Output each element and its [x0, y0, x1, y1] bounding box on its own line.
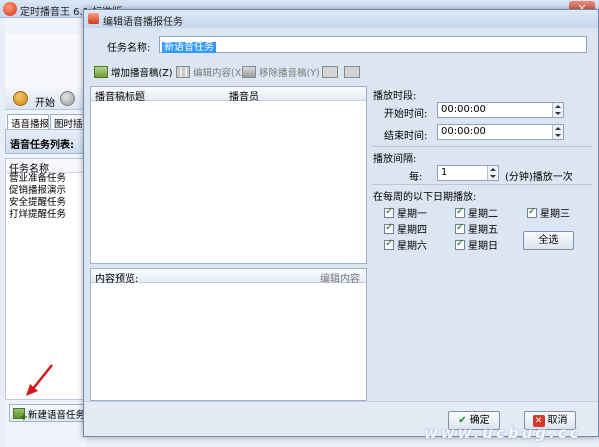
spin-arrows-icon[interactable] — [487, 166, 498, 180]
weekly-label: 在每周的以下日期播放: — [373, 192, 477, 203]
dialog-title-bar: 编辑语音播报任务 — [84, 10, 598, 28]
tab-voice-broadcast[interactable]: 语音播报 — [7, 114, 49, 129]
remove-script-label: 移除播音稿(Y) — [259, 68, 320, 79]
checkbox-checked-icon[interactable] — [455, 206, 465, 218]
checkbox-checked-icon[interactable] — [455, 222, 465, 234]
app-icon — [3, 2, 17, 16]
list-item[interactable]: 打烊提醒任务 — [6, 209, 86, 221]
content-preview-panel: 内容预览: 编辑内容 — [90, 268, 367, 401]
main-tabs: 语音播报 图时插播 — [5, 114, 87, 129]
day-label: 星期一 — [397, 209, 427, 220]
day-label: 星期五 — [468, 225, 498, 236]
watermark: www.ucbug.cc — [424, 424, 582, 442]
day-label: 星期日 — [468, 241, 498, 252]
play-icon[interactable] — [13, 91, 28, 106]
script-table-header: 播音稿标题 播音员 — [91, 87, 366, 103]
checkbox-checked-icon[interactable] — [384, 222, 394, 234]
dialog-app-icon — [88, 13, 99, 24]
interval-unit-text: (分钟)播放一次 — [505, 172, 573, 183]
checkbox-sunday[interactable]: 星期日 — [455, 237, 498, 252]
checkbox-tuesday[interactable]: 星期二 — [455, 205, 498, 220]
play-interval-label: 播放间隔: — [373, 154, 417, 165]
new-document-icon — [13, 408, 28, 423]
divider — [372, 146, 592, 147]
tab-timed-insert[interactable]: 图时插播 — [50, 114, 87, 129]
end-time-input[interactable]: 00:00:00 — [437, 124, 564, 140]
checkbox-wednesday[interactable]: 星期三 — [527, 205, 570, 220]
checkbox-friday[interactable]: 星期五 — [455, 221, 498, 236]
checkbox-saturday[interactable]: 星期六 — [384, 237, 427, 252]
red-arrow-annotation — [26, 364, 53, 396]
checkbox-checked-icon[interactable] — [384, 238, 394, 250]
task-list-title: 语音任务列表: — [5, 129, 87, 154]
edit-content-button[interactable]: 编辑内容(X) — [176, 66, 245, 82]
add-script-label: 增加播音稿(Z) — [111, 68, 173, 79]
checkbox-thursday[interactable]: 星期四 — [384, 221, 427, 236]
day-label: 星期三 — [540, 209, 570, 220]
dialog-toolbar: 增加播音稿(Z) 编辑内容(X) 移除播音稿(Y) — [90, 64, 366, 84]
interval-input[interactable]: 1 — [437, 165, 499, 181]
move-up-icon — [322, 66, 338, 78]
task-name-label: 任务名称: — [107, 43, 151, 54]
preview-label: 内容预览: — [95, 274, 139, 285]
new-task-button-label: 新建语音任务 — [28, 410, 86, 421]
day-label: 星期四 — [397, 225, 427, 236]
list-item[interactable]: 安全提醒任务 — [6, 197, 86, 209]
day-label: 星期二 — [468, 209, 498, 220]
task-name-value: 新语音任务 — [162, 42, 216, 53]
column-header-script-title[interactable]: 播音稿标题 — [95, 88, 145, 103]
list-item[interactable]: 促销播报演示 — [6, 185, 86, 197]
remove-script-button[interactable]: 移除播音稿(Y) — [242, 66, 320, 82]
every-label: 每: — [409, 172, 423, 183]
spin-arrows-icon[interactable] — [552, 103, 563, 117]
day-label: 星期六 — [397, 241, 427, 252]
preview-header: 内容预览: 编辑内容 — [91, 269, 366, 285]
checkbox-monday[interactable]: 星期一 — [384, 205, 427, 220]
pause-icon[interactable] — [60, 91, 75, 106]
checkbox-checked-icon[interactable] — [527, 206, 537, 218]
column-header-announcer[interactable]: 播音员 — [229, 88, 259, 103]
task-list-column-header[interactable]: 任务名称 — [6, 159, 86, 175]
dialog-title: 编辑语音播报任务 — [103, 17, 183, 28]
add-script-button[interactable]: 增加播音稿(Z) — [94, 66, 172, 82]
script-table: 播音稿标题 播音员 — [90, 86, 367, 264]
end-time-value: 00:00:00 — [441, 126, 486, 137]
move-down-button[interactable] — [344, 66, 363, 82]
start-time-value: 00:00:00 — [441, 104, 486, 115]
remove-icon — [242, 66, 256, 78]
start-time-label: 开始时间: — [384, 109, 428, 120]
preview-edit-link[interactable]: 编辑内容 — [320, 270, 360, 285]
task-name-input[interactable]: 新语音任务 — [159, 36, 587, 53]
divider — [372, 184, 592, 185]
interval-value: 1 — [441, 167, 448, 178]
move-down-icon — [344, 66, 360, 78]
start-time-input[interactable]: 00:00:00 — [437, 102, 564, 118]
checkbox-checked-icon[interactable] — [455, 238, 465, 250]
start-button-label[interactable]: 开始 — [35, 94, 55, 109]
select-all-button[interactable]: 全选 — [523, 231, 574, 250]
add-document-icon — [94, 66, 108, 78]
end-time-label: 结束时间: — [384, 131, 428, 142]
new-task-button[interactable]: 新建语音任务 — [9, 404, 87, 423]
play-period-label: 播放时段: — [373, 91, 417, 102]
edit-icon — [176, 66, 190, 78]
move-up-button[interactable] — [322, 66, 341, 82]
list-item[interactable]: 营业准备任务 — [6, 173, 86, 185]
spin-arrows-icon[interactable] — [552, 125, 563, 139]
checkbox-checked-icon[interactable] — [384, 206, 394, 218]
edit-task-dialog: 编辑语音播报任务 任务名称: 新语音任务 增加播音稿(Z) 编辑内容(X) 移除… — [83, 9, 599, 437]
edit-content-label: 编辑内容(X) — [193, 68, 245, 79]
